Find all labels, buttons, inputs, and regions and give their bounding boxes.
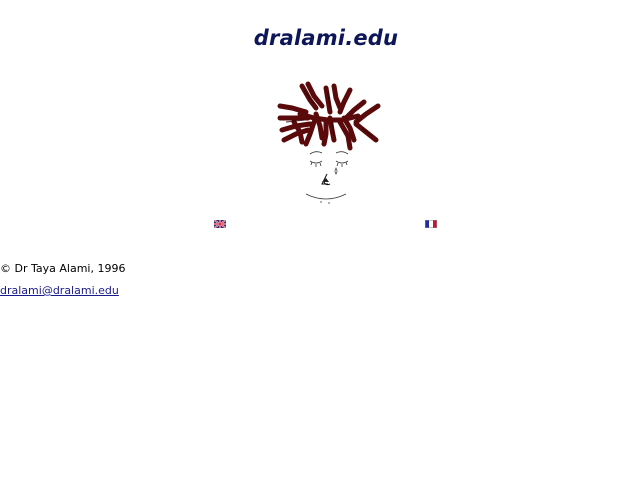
site-title: dralami.edu <box>253 26 399 50</box>
email-link[interactable]: dralami@dralami.edu <box>0 284 119 297</box>
france-flag-icon[interactable] <box>425 220 437 228</box>
page: dralami.edu © Dr Taya Alami, 1996 dralam… <box>0 0 640 480</box>
face-drawing-icon <box>277 81 381 204</box>
copyright-text: © Dr Taya Alami, 1996 <box>0 262 126 275</box>
uk-flag-icon[interactable] <box>214 220 226 228</box>
